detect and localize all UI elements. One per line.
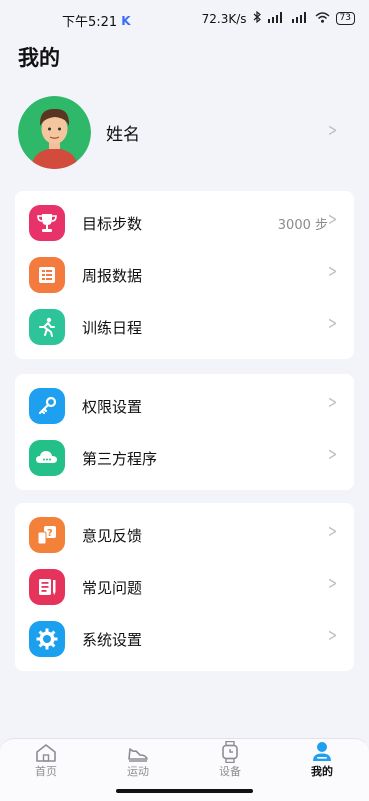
report-icon xyxy=(29,257,65,293)
trophy-icon xyxy=(29,205,65,241)
watch-icon xyxy=(200,741,260,763)
row-third-party[interactable]: 第三方程序 > xyxy=(15,432,354,484)
cloud-icon xyxy=(29,440,65,476)
row-label: 意见反馈 xyxy=(82,527,143,545)
row-label: 训练日程 xyxy=(82,319,143,337)
profile-row[interactable]: 姓名 > xyxy=(16,96,354,170)
settings-group-1: 目标步数 3000 步 > 周报数据 > 训练日程 > xyxy=(15,191,354,359)
nav-label: 运动 xyxy=(127,765,149,778)
settings-group-2: 权限设置 > 第三方程序 > xyxy=(15,374,354,490)
avatar[interactable] xyxy=(18,96,91,169)
person-icon xyxy=(292,741,352,763)
chevron-right-icon: > xyxy=(327,392,337,413)
status-time: 下午5:21 xyxy=(62,15,118,30)
home-indicator[interactable] xyxy=(116,789,253,793)
row-label: 权限设置 xyxy=(82,398,143,416)
row-label: 目标步数 xyxy=(82,215,143,233)
page-title: 我的 xyxy=(18,46,60,70)
target-steps-value: 3000 步 xyxy=(277,218,328,233)
status-left: 下午5:21 K xyxy=(62,11,131,31)
runner-icon xyxy=(29,309,65,345)
nav-label: 我的 xyxy=(311,765,333,778)
status-right: 72.3K/s 73 xyxy=(201,10,355,26)
chevron-right-icon: > xyxy=(327,521,337,542)
row-training-schedule[interactable]: 训练日程 > xyxy=(15,301,354,353)
chevron-right-icon: > xyxy=(327,313,337,334)
signal-icon xyxy=(267,11,285,26)
battery-icon: 73 xyxy=(335,12,355,25)
row-faq[interactable]: 常见问题 > xyxy=(15,561,354,613)
gear-icon xyxy=(29,621,65,657)
app-badge-icon: K xyxy=(121,13,131,28)
row-permissions[interactable]: 权限设置 > xyxy=(15,380,354,432)
faq-icon xyxy=(29,569,65,605)
status-bar: 下午5:21 K 72.3K/s 73 xyxy=(0,0,369,40)
svg-text:?: ? xyxy=(47,528,53,539)
feedback-icon: ? xyxy=(29,517,65,553)
nav-home[interactable]: 首页 xyxy=(16,741,76,779)
profile-name: 姓名 xyxy=(106,125,140,145)
row-weekly-report[interactable]: 周报数据 > xyxy=(15,249,354,301)
chevron-right-icon: > xyxy=(327,209,337,230)
chevron-right-icon: > xyxy=(327,261,337,282)
home-icon xyxy=(16,741,76,763)
nav-label: 首页 xyxy=(35,765,57,778)
chevron-right-icon: > xyxy=(327,120,337,141)
row-label: 第三方程序 xyxy=(82,450,158,468)
row-label: 系统设置 xyxy=(82,631,143,649)
chevron-right-icon: > xyxy=(327,625,337,646)
row-system-settings[interactable]: 系统设置 > xyxy=(15,613,354,665)
row-target-steps[interactable]: 目标步数 3000 步 > xyxy=(15,197,354,249)
network-speed: 72.3K/s xyxy=(201,11,247,26)
settings-group-3: ? 意见反馈 > 常见问题 > 系统设置 > xyxy=(15,503,354,671)
chevron-right-icon: > xyxy=(327,573,337,594)
shoe-icon xyxy=(108,741,168,763)
key-icon xyxy=(29,388,65,424)
nav-device[interactable]: 设备 xyxy=(200,741,260,779)
nav-mine[interactable]: 我的 xyxy=(292,741,352,779)
wifi-icon xyxy=(315,11,330,26)
chevron-right-icon: > xyxy=(327,444,337,465)
signal-icon-2 xyxy=(291,11,309,26)
row-feedback[interactable]: ? 意见反馈 > xyxy=(15,509,354,561)
row-label: 周报数据 xyxy=(82,267,143,285)
bluetooth-icon xyxy=(253,10,261,26)
nav-label: 设备 xyxy=(219,765,241,778)
nav-sport[interactable]: 运动 xyxy=(108,741,168,779)
row-label: 常见问题 xyxy=(82,579,143,597)
